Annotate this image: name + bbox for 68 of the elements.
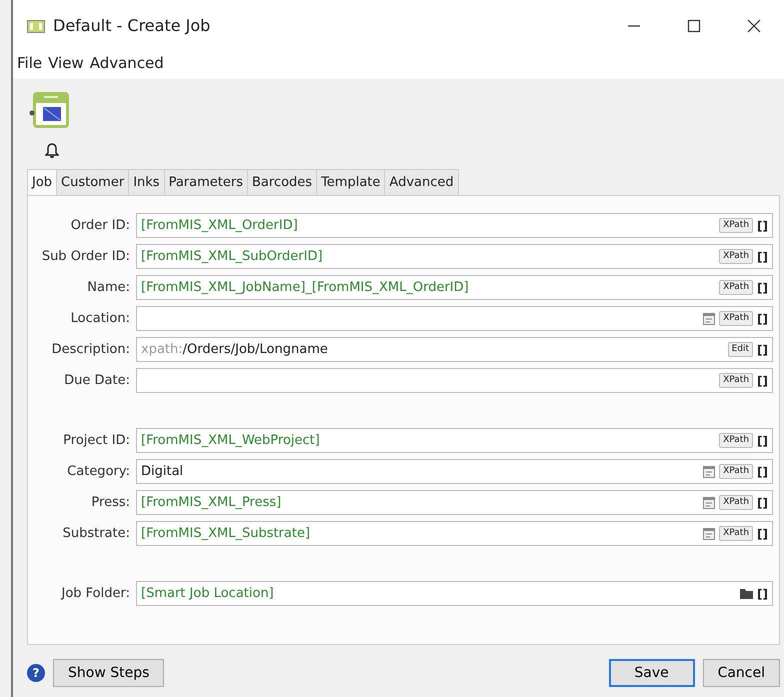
tab[interactable]: Inks	[128, 168, 165, 195]
menu-item[interactable]: Advanced	[90, 52, 164, 74]
dialog-button[interactable]: Cancel	[702, 659, 780, 687]
field-label: Press:	[90, 494, 131, 512]
list-icon[interactable]	[703, 312, 716, 324]
tab[interactable]: Parameters	[164, 168, 248, 195]
text-field[interactable]: XPath []	[136, 368, 773, 393]
field-button[interactable]: XPath	[719, 526, 754, 541]
list-icon[interactable]	[703, 466, 716, 478]
text-field[interactable]: Digital XPath []	[136, 459, 773, 484]
text-field[interactable]: [FromMIS_XML_JobName]_[FromMIS_XML_OrderID] XPath []	[136, 275, 773, 300]
field-button[interactable]: XPath	[719, 373, 754, 388]
app-icon	[27, 20, 45, 32]
text-field[interactable]: [FromMIS_XML_Press] XPath []	[136, 490, 773, 515]
window-title: Default - Create Job	[53, 15, 210, 37]
text-field[interactable]: [FromMIS_XML_Substrate] XPath []	[136, 521, 773, 546]
help-icon[interactable]: ?	[27, 664, 45, 682]
brackets-button[interactable]: []	[757, 340, 768, 358]
text-field[interactable]: [FromMIS_XML_OrderID] XPath []	[136, 213, 773, 238]
dialog-button[interactable]: Save	[608, 659, 695, 687]
field-button[interactable]: XPath	[719, 311, 754, 326]
brackets-button[interactable]: []	[757, 584, 768, 602]
list-icon[interactable]	[703, 496, 716, 508]
tab[interactable]: Job	[27, 168, 58, 195]
job-icon	[29, 90, 71, 128]
field-label: Category:	[66, 462, 131, 481]
field-button[interactable]: XPath	[719, 464, 754, 479]
text-field[interactable]: xpath:/Orders/Job/Longname Edit []	[136, 337, 773, 362]
tab[interactable]: Template	[316, 168, 386, 195]
text-field[interactable]: [FromMIS_XML_WebProject] XPath []	[136, 428, 773, 453]
field-button[interactable]: Edit	[728, 342, 754, 357]
field-label: Substrate:	[62, 524, 131, 543]
field-label: Order ID:	[70, 216, 131, 235]
brackets-button[interactable]: []	[757, 462, 768, 480]
field-button[interactable]: XPath	[719, 280, 754, 295]
field-label: Location:	[70, 310, 131, 328]
field-label: Job Folder:	[60, 584, 131, 603]
brackets-button[interactable]: []	[757, 372, 768, 390]
field-button[interactable]: XPath	[719, 495, 754, 510]
field-label: Due Date:	[63, 372, 131, 390]
menu-item[interactable]: View	[48, 52, 84, 74]
show-steps-button[interactable]: Show Steps	[53, 659, 164, 687]
tab[interactable]: Barcodes	[247, 168, 318, 195]
field-label: Description:	[50, 340, 131, 359]
brackets-button[interactable]: []	[757, 494, 768, 512]
brackets-button[interactable]: []	[757, 248, 768, 266]
field-button[interactable]: XPath	[719, 249, 754, 264]
text-field[interactable]: XPath []	[136, 306, 773, 331]
tab[interactable]: Advanced	[384, 168, 459, 195]
close-icon[interactable]	[747, 19, 761, 33]
menu-item[interactable]: File	[17, 52, 42, 74]
field-label: Name:	[86, 278, 131, 297]
brackets-button[interactable]: []	[757, 432, 768, 450]
bell-icon[interactable]	[45, 142, 59, 158]
maximize-icon[interactable]	[687, 19, 701, 33]
folder-icon[interactable]	[740, 588, 754, 599]
brackets-button[interactable]: []	[757, 278, 768, 296]
text-field[interactable]: [FromMIS_XML_SubOrderID] XPath []	[136, 244, 773, 269]
brackets-button[interactable]: []	[757, 216, 768, 234]
brackets-button[interactable]: []	[757, 310, 768, 328]
brackets-button[interactable]: []	[757, 524, 768, 542]
list-icon[interactable]	[703, 528, 716, 540]
field-label: Project ID:	[62, 432, 131, 450]
tab[interactable]: Customer	[56, 168, 130, 195]
text-field[interactable]: [Smart Job Location] []	[136, 581, 773, 606]
field-label: Sub Order ID:	[40, 248, 131, 266]
field-button[interactable]: XPath	[719, 218, 754, 233]
field-button[interactable]: XPath	[719, 433, 754, 448]
